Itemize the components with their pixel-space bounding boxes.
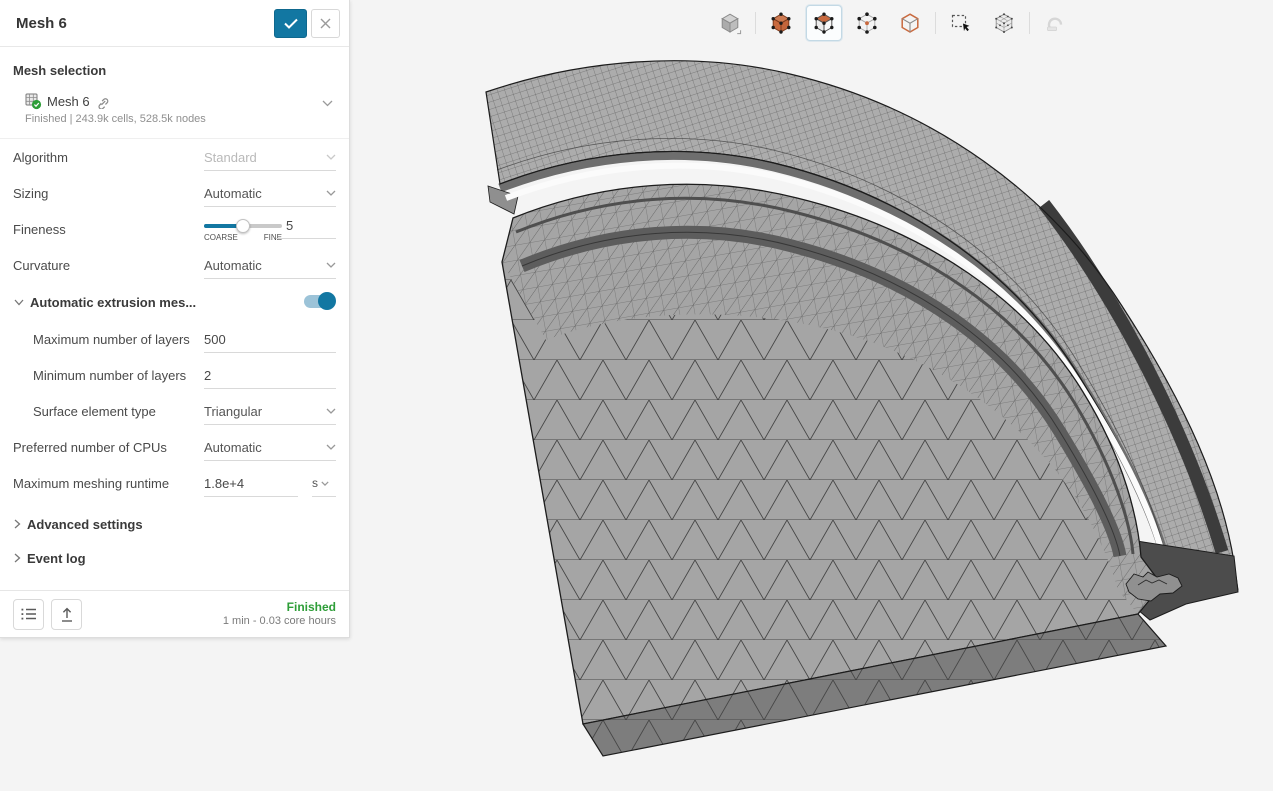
close-button[interactable] — [311, 9, 340, 38]
runtime-unit-select[interactable]: s — [312, 470, 336, 497]
runtime-unit: s — [312, 476, 318, 490]
face-select-icon[interactable] — [806, 5, 842, 41]
run-stats: 1 min - 0.03 core hours — [223, 615, 336, 629]
curvature-select[interactable]: Automatic — [204, 252, 336, 279]
toggle-knob — [318, 292, 336, 310]
fineness-value-field[interactable] — [276, 213, 336, 239]
runtime-field[interactable] — [204, 470, 298, 497]
probe-icon — [1037, 5, 1073, 41]
field-label: Sizing — [13, 186, 48, 201]
slider-min-label: COARSE — [204, 233, 238, 242]
chevron-down-icon — [326, 190, 336, 196]
field-sizing: Sizing Automatic — [0, 175, 349, 211]
cpus-select[interactable]: Automatic — [204, 434, 336, 461]
fineness-value-input[interactable] — [286, 218, 336, 233]
field-max-layers: Maximum number of layers — [0, 321, 349, 357]
selected-mesh-name: Mesh 6 — [47, 94, 90, 109]
field-label: Maximum number of layers — [33, 332, 190, 347]
algorithm-select[interactable]: Standard — [204, 144, 336, 171]
divider — [0, 125, 349, 139]
field-runtime: Maximum meshing runtime s — [0, 465, 349, 501]
field-label: Fineness — [13, 222, 66, 237]
chevron-down-icon[interactable] — [322, 100, 333, 107]
runtime-cell: s — [204, 470, 336, 497]
mesh-3d-model — [350, 0, 1273, 786]
panel-body: Mesh selection Mesh 6 Fin — [0, 47, 349, 591]
link-icon[interactable] — [95, 94, 110, 109]
section-label: Advanced settings — [27, 517, 143, 532]
panel-title: Mesh 6 — [16, 15, 274, 32]
chevron-down-icon — [326, 262, 336, 268]
field-algorithm: Algorithm Standard — [0, 139, 349, 175]
surface-element-select[interactable]: Triangular — [204, 398, 336, 425]
selected-mesh-item[interactable]: Mesh 6 Finished | 243.9k cells, 528.5k n… — [0, 78, 349, 125]
toolbar-separator — [935, 12, 936, 34]
panel-footer: Finished 1 min - 0.03 core hours — [0, 590, 349, 637]
section-label: Automatic extrusion mes... — [30, 295, 196, 310]
panel-header: Mesh 6 — [0, 0, 349, 47]
export-button[interactable] — [51, 599, 82, 630]
mesh-display-icon[interactable] — [986, 5, 1022, 41]
chevron-down-icon — [326, 154, 336, 160]
field-fineness: Fineness COARSE FINE — [0, 211, 349, 247]
chevron-down-icon — [14, 299, 24, 306]
min-layers-input[interactable] — [204, 368, 336, 383]
chevron-down-icon — [326, 444, 336, 450]
check-icon — [284, 18, 298, 29]
runtime-input[interactable] — [204, 476, 298, 491]
mesh-render-canvas[interactable] — [350, 0, 1273, 786]
chevron-down-icon — [326, 408, 336, 414]
fineness-slider-handle[interactable] — [236, 219, 250, 233]
field-surface-element: Surface element type Triangular — [0, 393, 349, 429]
run-status: Finished 1 min - 0.03 core hours — [223, 600, 336, 629]
mesh-log-button[interactable] — [13, 599, 44, 630]
field-curvature: Curvature Automatic — [0, 247, 349, 283]
fineness-slider-track[interactable] — [204, 224, 282, 228]
toolbar-separator — [1029, 12, 1030, 34]
list-icon — [21, 607, 37, 621]
field-label: Preferred number of CPUs — [13, 440, 167, 455]
sizing-select[interactable]: Automatic — [204, 180, 336, 207]
mesh-selection-heading: Mesh selection — [0, 47, 349, 78]
extrusion-toggle[interactable] — [304, 295, 334, 308]
advanced-settings-header[interactable]: Advanced settings — [0, 505, 349, 543]
field-label: Maximum meshing runtime — [13, 476, 169, 491]
chevron-right-icon — [14, 553, 21, 563]
extrusion-section-header[interactable]: Automatic extrusion mes... — [0, 283, 349, 321]
field-label: Minimum number of layers — [33, 368, 186, 383]
event-log-header[interactable]: Event log — [0, 539, 349, 577]
fineness-slider-cell: COARSE FINE — [204, 213, 336, 245]
field-label: Curvature — [13, 258, 70, 273]
field-label: Surface element type — [33, 404, 156, 419]
field-min-layers: Minimum number of layers — [0, 357, 349, 393]
confirm-button[interactable] — [274, 9, 307, 38]
mesh-settings-panel: Mesh 6 Mesh selection Mesh 6 — [0, 0, 350, 638]
toolbar-separator — [755, 12, 756, 34]
field-label: Algorithm — [13, 150, 68, 165]
close-icon — [320, 18, 331, 29]
edge-select-icon[interactable] — [892, 5, 928, 41]
max-layers-field[interactable] — [204, 326, 336, 353]
node-select-icon[interactable] — [849, 5, 885, 41]
chevron-down-icon — [321, 481, 329, 486]
status-badge: Finished — [223, 600, 336, 615]
viewport-toolbar — [712, 5, 1073, 41]
solid-cube-icon[interactable] — [712, 5, 748, 41]
chevron-right-icon — [14, 519, 21, 529]
fineness-slider-labels: COARSE FINE — [204, 233, 282, 242]
upload-icon — [60, 607, 74, 622]
mesh-status-icon — [24, 92, 42, 110]
box-select-icon[interactable] — [943, 5, 979, 41]
min-layers-field[interactable] — [204, 362, 336, 389]
volume-select-icon[interactable] — [763, 5, 799, 41]
selected-mesh-status: Finished | 243.9k cells, 528.5k nodes — [25, 113, 336, 125]
field-cpus: Preferred number of CPUs Automatic — [0, 429, 349, 465]
section-label: Event log — [27, 551, 86, 566]
max-layers-input[interactable] — [204, 332, 336, 347]
